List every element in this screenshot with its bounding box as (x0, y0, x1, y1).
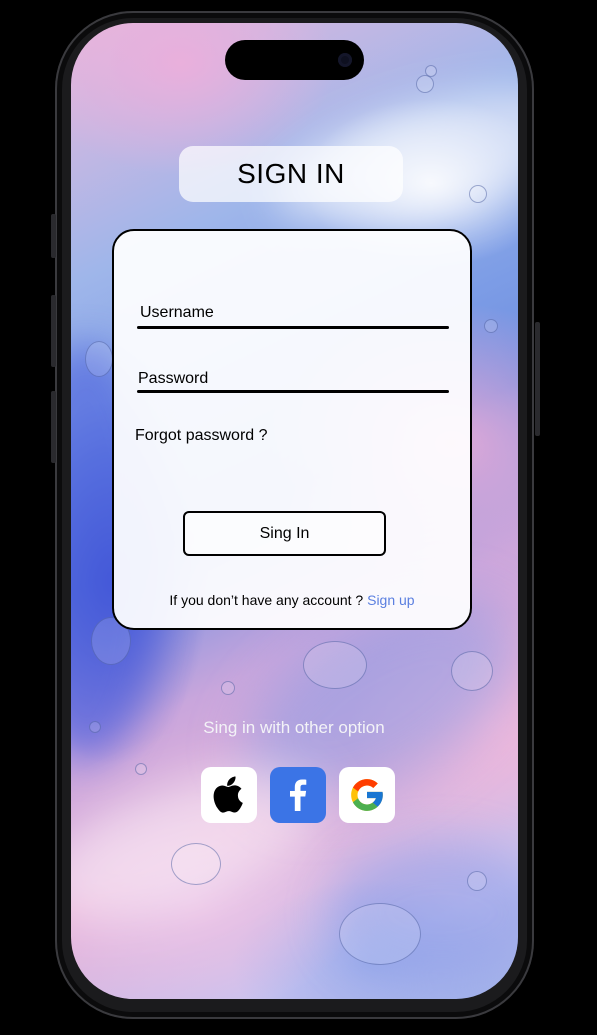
apple-icon (213, 776, 243, 813)
camera-lens (338, 53, 352, 67)
action-button (51, 214, 56, 258)
bubble (416, 75, 434, 93)
username-label: Username (140, 304, 214, 321)
bubble (135, 763, 147, 775)
bubble (171, 843, 221, 885)
bubble (484, 319, 498, 333)
no-account-text: If you don’t have any account ? (169, 592, 364, 608)
password-field[interactable] (137, 390, 449, 393)
facebook-icon (290, 779, 307, 811)
bubble (467, 871, 487, 891)
bubble (425, 65, 437, 77)
facebook-sign-in-button[interactable] (270, 767, 326, 823)
password-label: Password (138, 370, 209, 387)
apple-sign-in-button[interactable] (201, 767, 257, 823)
other-options-heading: Sing in with other option (203, 718, 385, 737)
sign-up-link[interactable]: Sign up (367, 592, 414, 608)
google-icon (351, 779, 383, 811)
username-field[interactable] (137, 326, 449, 329)
bubble (303, 641, 367, 689)
volume-up-button (51, 295, 56, 367)
sign-in-button[interactable]: Sing In (183, 511, 386, 556)
page-title: SIGN IN (179, 146, 403, 202)
bubble (89, 721, 101, 733)
power-button (535, 322, 540, 436)
bubble (451, 651, 493, 691)
dynamic-island (225, 40, 364, 80)
bubble (469, 185, 487, 203)
bubble (221, 681, 235, 695)
bubble (85, 341, 113, 377)
sign-in-button-label: Sing In (259, 524, 310, 542)
signup-prompt: If you don’t have any account ? Sign up (112, 592, 472, 608)
google-sign-in-button[interactable] (339, 767, 395, 823)
volume-down-button (51, 391, 56, 463)
bubble (339, 903, 421, 965)
forgot-password-link[interactable]: Forgot password ? (135, 427, 268, 445)
